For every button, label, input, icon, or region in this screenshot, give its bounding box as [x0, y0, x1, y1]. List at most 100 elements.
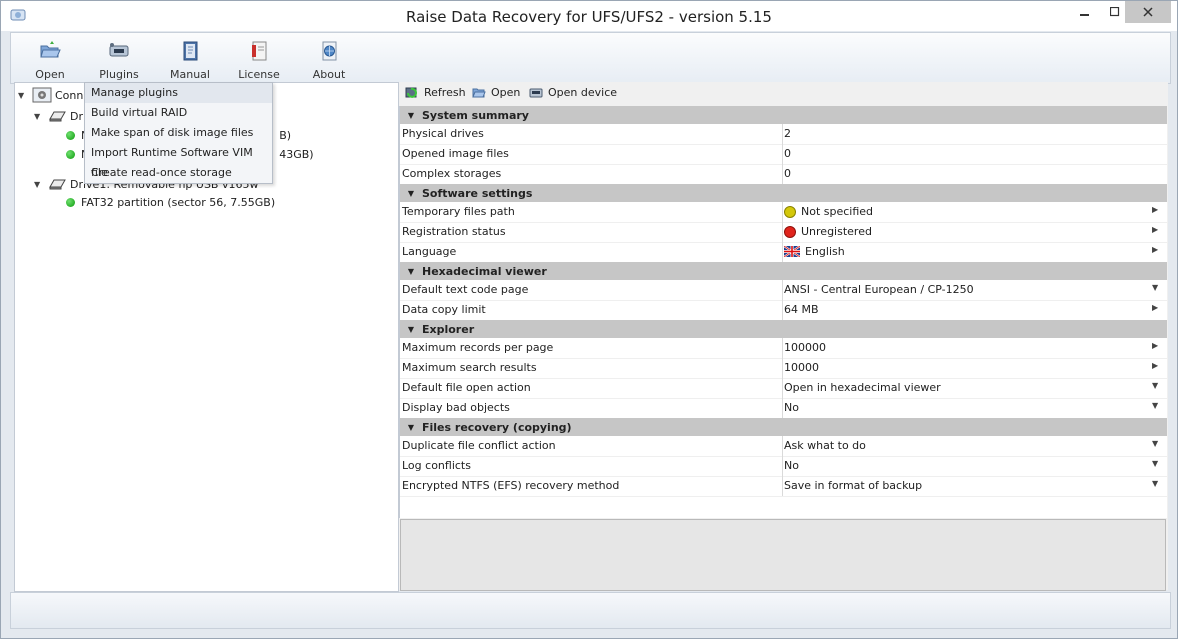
open-file-button[interactable]: Open: [472, 86, 520, 99]
menu-item-manage-plugins[interactable]: Manage plugins: [85, 83, 272, 103]
menu-item-import-vim[interactable]: Import Runtime Software VIM file: [85, 143, 272, 179]
red-status-icon: [784, 225, 796, 238]
tree-node-size: 43GB): [279, 147, 314, 161]
property-row[interactable]: Encrypted NTFS (EFS) recovery method Sav…: [400, 476, 1167, 497]
open-folder-icon: [40, 41, 61, 58]
property-value: 10000: [784, 361, 819, 374]
minimize-button[interactable]: [1070, 1, 1100, 23]
section-title: Files recovery (copying): [422, 420, 572, 434]
property-row[interactable]: Default text code page ANSI - Central Eu…: [400, 280, 1167, 301]
property-name: Registration status: [402, 225, 506, 238]
property-row[interactable]: Default file open action Open in hexadec…: [400, 378, 1167, 399]
properties-panel: Refresh Open Open device ▼ System summar…: [399, 82, 1168, 591]
section-files-recovery[interactable]: ▼ Files recovery (copying): [400, 418, 1167, 436]
property-value: Unregistered: [784, 225, 1144, 238]
open-button[interactable]: Open: [22, 41, 78, 81]
close-icon: [1143, 7, 1153, 17]
column-divider: [782, 144, 783, 164]
collapse-arrow-icon[interactable]: ▼: [34, 180, 44, 189]
property-value-text: Not specified: [801, 205, 874, 218]
expand-arrow-icon[interactable]: ▶: [1152, 245, 1158, 254]
property-value: 0: [784, 147, 791, 160]
section-system-summary[interactable]: ▼ System summary: [400, 106, 1167, 124]
expand-arrow-icon[interactable]: ▶: [1152, 205, 1158, 214]
expand-arrow-icon[interactable]: ▶: [1152, 225, 1158, 234]
collapse-arrow-icon[interactable]: ▼: [18, 91, 28, 100]
collapse-arrow-icon[interactable]: ▼: [400, 325, 422, 334]
dropdown-arrow-icon[interactable]: ▼: [1152, 479, 1158, 488]
collapse-arrow-icon[interactable]: ▼: [400, 189, 422, 198]
property-grid: ▼ System summary Physical drives 2 Opene…: [399, 106, 1167, 518]
property-name: Display bad objects: [402, 401, 510, 414]
section-title: Hexadecimal viewer: [422, 264, 547, 278]
expand-arrow-icon[interactable]: ▶: [1152, 341, 1158, 350]
about-label: About: [312, 68, 346, 81]
collapse-arrow-icon[interactable]: ▼: [400, 423, 422, 432]
plugins-button[interactable]: Plugins: [91, 41, 147, 81]
expand-arrow-icon[interactable]: ▶: [1152, 361, 1158, 370]
tree-node-drive0[interactable]: ▼ Dr: [34, 107, 83, 125]
property-row[interactable]: Data copy limit 64 MB ▶: [400, 300, 1167, 321]
property-row[interactable]: Maximum search results 10000 ▶: [400, 358, 1167, 379]
property-row[interactable]: Temporary files path Not specified ▶: [400, 202, 1167, 223]
property-row[interactable]: Complex storages 0: [400, 164, 1167, 185]
minimize-icon: [1080, 14, 1089, 16]
property-row[interactable]: Registration status Unregistered ▶: [400, 222, 1167, 243]
property-row[interactable]: Opened image files 0: [400, 144, 1167, 165]
dropdown-arrow-icon[interactable]: ▼: [1152, 439, 1158, 448]
property-value: Ask what to do: [784, 439, 866, 452]
section-title: System summary: [422, 108, 529, 122]
tree-node-connected[interactable]: ▼ Conne: [18, 86, 90, 104]
open-device-button[interactable]: Open device: [529, 86, 617, 99]
column-divider: [782, 300, 783, 320]
property-value-text: English: [805, 245, 845, 258]
menu-item-make-span[interactable]: Make span of disk image files: [85, 123, 272, 143]
section-explorer[interactable]: ▼ Explorer: [400, 320, 1167, 338]
manual-button[interactable]: Manual: [162, 41, 218, 81]
window-title: Raise Data Recovery for UFS/UFS2 - versi…: [406, 8, 772, 26]
property-name: Maximum records per page: [402, 341, 554, 354]
property-row[interactable]: Physical drives 2: [400, 124, 1167, 145]
property-row[interactable]: Language English ▶: [400, 242, 1167, 263]
column-divider: [782, 398, 783, 418]
close-button[interactable]: [1125, 1, 1171, 23]
manual-label: Manual: [170, 68, 210, 81]
property-value: 0: [784, 167, 791, 180]
open-label: Open: [491, 86, 521, 99]
property-value: Open in hexadecimal viewer: [784, 381, 941, 394]
section-software-settings[interactable]: ▼ Software settings: [400, 184, 1167, 202]
dropdown-arrow-icon[interactable]: ▼: [1152, 381, 1158, 390]
expand-arrow-icon[interactable]: ▶: [1152, 303, 1158, 312]
collapse-arrow-icon[interactable]: ▼: [400, 111, 422, 120]
property-row[interactable]: Log conflicts No ▼: [400, 456, 1167, 477]
about-button[interactable]: About: [301, 41, 357, 81]
property-name: Data copy limit: [402, 303, 486, 316]
property-value: No: [784, 401, 799, 414]
property-value: 100000: [784, 341, 826, 354]
menu-item-create-read-once[interactable]: Create read-once storage: [85, 163, 272, 183]
column-divider: [782, 280, 783, 300]
collapse-arrow-icon[interactable]: ▼: [400, 267, 422, 276]
main-toolbar: Open Plugins Manual License About: [10, 32, 1171, 84]
dropdown-arrow-icon[interactable]: ▼: [1152, 283, 1158, 292]
dropdown-arrow-icon[interactable]: ▼: [1152, 401, 1158, 410]
property-row[interactable]: Duplicate file conflict action Ask what …: [400, 436, 1167, 457]
dropdown-arrow-icon[interactable]: ▼: [1152, 459, 1158, 468]
property-value: Save in format of backup: [784, 479, 923, 492]
section-hexadecimal-viewer[interactable]: ▼ Hexadecimal viewer: [400, 262, 1167, 280]
refresh-button[interactable]: Refresh: [405, 86, 466, 99]
collapse-arrow-icon[interactable]: ▼: [34, 112, 44, 121]
property-row[interactable]: Maximum records per page 100000 ▶: [400, 338, 1167, 359]
tree-node-size: B): [279, 128, 292, 142]
property-row[interactable]: Display bad objects No ▼: [400, 398, 1167, 419]
section-title: Explorer: [422, 322, 475, 336]
property-name: Complex storages: [402, 167, 502, 180]
refresh-icon: [405, 87, 417, 98]
tree-node-partition[interactable]: FAT32 partition (sector 56, 7.55GB): [66, 193, 275, 211]
partition-status-icon: [66, 197, 75, 207]
column-divider: [782, 124, 783, 144]
property-value: English: [784, 245, 1144, 258]
property-name: Language: [402, 245, 457, 258]
license-button[interactable]: License: [231, 41, 287, 81]
menu-item-build-virtual-raid[interactable]: Build virtual RAID: [85, 103, 272, 123]
